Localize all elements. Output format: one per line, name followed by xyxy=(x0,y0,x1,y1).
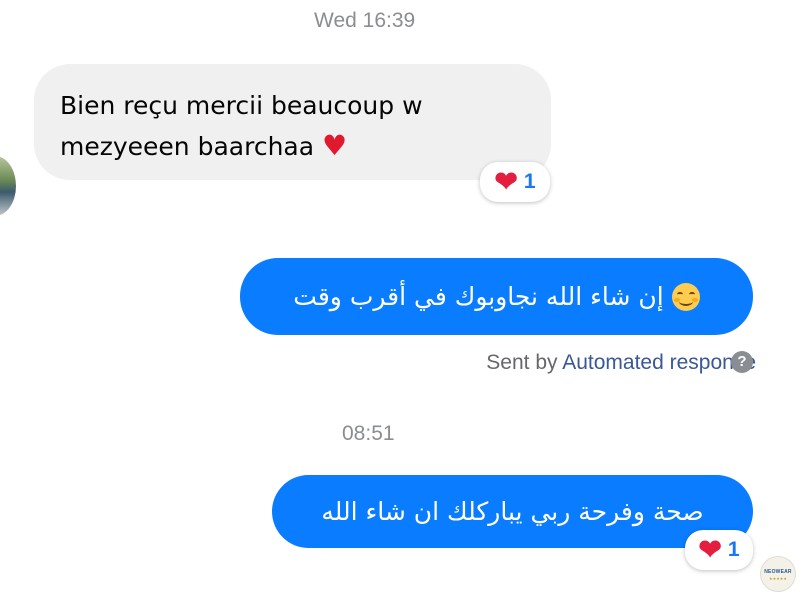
smiling-face-icon xyxy=(671,282,700,311)
reaction-badge[interactable]: ❤ 1 xyxy=(480,162,550,202)
message-text: إن شاء الله نجاوبوك في أقرب وقت xyxy=(293,282,664,311)
heart-icon: ❤ xyxy=(494,166,518,197)
timestamp-divider: Wed 16:39 xyxy=(314,9,416,32)
seen-avatar: NEOWEAR ★★★★★ xyxy=(760,556,796,592)
message-text: صحة وفرحة ربي يباركلك ان شاء الله xyxy=(321,497,704,526)
heart-icon: ❤ xyxy=(698,534,722,565)
brand-logo: NEOWEAR xyxy=(764,569,792,575)
sent-by-prefix: Sent by xyxy=(486,351,558,374)
contact-avatar[interactable] xyxy=(0,156,16,216)
sent-by-label: Sent by Automated response xyxy=(486,351,756,375)
reaction-badge[interactable]: ❤ 1 xyxy=(685,530,753,570)
reaction-count: 1 xyxy=(727,538,740,561)
heart-emoji-icon: ♥ xyxy=(322,129,348,162)
help-icon[interactable]: ? xyxy=(731,351,753,373)
star-rating-icon: ★★★★★ xyxy=(769,576,787,581)
outgoing-message-bubble[interactable]: صحة وفرحة ربي يباركلك ان شاء الله xyxy=(272,475,753,548)
reaction-count: 1 xyxy=(523,170,536,193)
automated-response-link[interactable]: Automated response xyxy=(562,351,756,374)
message-text: Bien reçu mercii beaucoup w mezyeeen baa… xyxy=(60,91,423,161)
timestamp-divider: 08:51 xyxy=(342,422,395,445)
outgoing-message-bubble[interactable]: إن شاء الله نجاوبوك في أقرب وقت xyxy=(240,258,753,335)
incoming-message-bubble[interactable]: Bien reçu mercii beaucoup w mezyeeen baa… xyxy=(34,64,551,180)
